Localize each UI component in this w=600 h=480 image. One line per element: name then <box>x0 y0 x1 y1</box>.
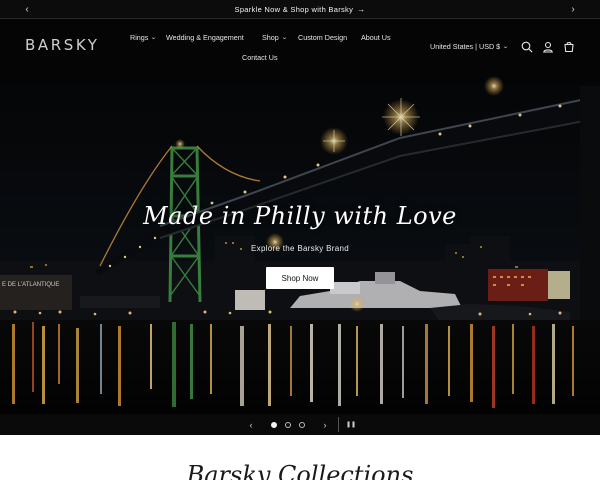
chevron-down-icon: ⌄ <box>150 35 158 41</box>
chevron-right-icon: › <box>323 419 327 430</box>
nav-item-label: Custom Design <box>298 33 348 42</box>
nav-item-custom-design[interactable]: Custom Design <box>298 33 347 42</box>
slideshow-pause-button[interactable]: ❚❚ <box>344 414 358 435</box>
nav-item-label: Contact Us <box>242 53 278 62</box>
hero-banner: E DE L'ATLANTIQUE Made in Philly with Lo… <box>0 76 600 414</box>
nav-item-label: About Us <box>361 33 391 42</box>
pause-icon: ❚❚ <box>345 422 357 428</box>
controls-divider <box>338 417 339 432</box>
slide-dot-3[interactable] <box>299 421 305 428</box>
collections-section: Barsky Collections <box>0 435 600 480</box>
nav-item-about-us[interactable]: About Us <box>361 33 391 42</box>
arrow-right-icon: → <box>357 4 366 14</box>
search-icon[interactable] <box>520 40 534 54</box>
chevron-down-icon: ⌄ <box>502 44 509 50</box>
slide-dot-2[interactable] <box>285 421 291 428</box>
nav-item-label: Rings <box>130 33 149 42</box>
main-nav: Rings ⌄ Wedding & Engagement Shop ⌄ Cust… <box>120 19 410 76</box>
cart-icon[interactable] <box>562 40 576 54</box>
nav-item-rings[interactable]: Rings ⌄ <box>130 33 158 42</box>
section-title: Barsky Collections <box>186 461 414 480</box>
slide-dot-1[interactable] <box>271 421 277 428</box>
nav-item-contact-us[interactable]: Contact Us <box>242 53 278 62</box>
account-icon[interactable] <box>541 40 555 54</box>
country-currency-selector[interactable]: United States | USD $ ⌄ <box>430 42 509 51</box>
announcement-link[interactable]: Sparkle Now & Shop with Barsky → <box>235 5 366 14</box>
slide-next-button[interactable]: › <box>318 414 332 435</box>
slideshow-controls: ‹ › ❚❚ <box>0 414 600 435</box>
hero-title: Made in Philly with Love <box>143 202 457 230</box>
nav-item-label: Shop <box>262 33 279 42</box>
hero-subtitle: Explore the Barsky Brand <box>251 244 349 253</box>
shop-now-button[interactable]: Shop Now <box>266 267 334 289</box>
announcement-prev-button[interactable]: ‹ <box>17 0 37 19</box>
slide-prev-button[interactable]: ‹ <box>244 414 258 435</box>
announcement-bar: ‹ Sparkle Now & Shop with Barsky → › <box>0 0 600 19</box>
chevron-left-icon: ‹ <box>25 4 29 15</box>
nav-item-label: Wedding & Engagement <box>166 33 244 42</box>
nav-item-shop[interactable]: Shop ⌄ <box>262 33 288 42</box>
announcement-text: Sparkle Now & Shop with Barsky <box>234 4 354 14</box>
announcement-next-button[interactable]: › <box>563 0 583 19</box>
chevron-right-icon: › <box>571 4 575 15</box>
locale-label: United States | USD $ <box>430 42 501 51</box>
nav-item-wedding-engagement[interactable]: Wedding & Engagement <box>166 33 244 42</box>
chevron-down-icon: ⌄ <box>281 35 288 41</box>
chevron-left-icon: ‹ <box>249 419 253 430</box>
site-header: BARSKY Rings ⌄ Wedding & Engagement Shop… <box>0 19 600 76</box>
site-logo[interactable]: BARSKY <box>25 36 100 54</box>
